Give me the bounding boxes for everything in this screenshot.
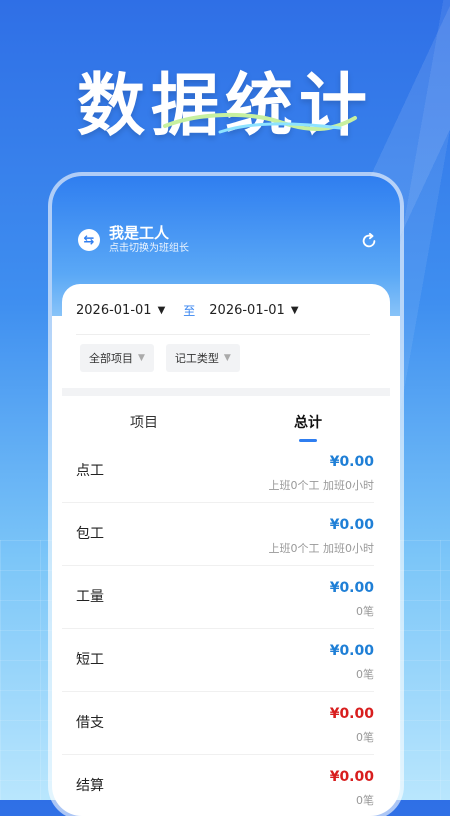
end-date: 2026-01-01 xyxy=(209,303,285,318)
stat-name: 短工 xyxy=(76,652,104,668)
caret-down-icon: ▼ xyxy=(290,305,299,316)
end-date-picker[interactable]: 2026-01-01 ▼ xyxy=(209,303,298,318)
swap-icon: ⇆ xyxy=(78,229,100,251)
stat-detail: 上班0个工 加班0小时 xyxy=(268,479,375,492)
stat-name: 工量 xyxy=(76,589,104,605)
stat-amount: ¥0.00 xyxy=(329,769,374,785)
tab-total[interactable]: 总计 xyxy=(226,412,390,442)
tab-project[interactable]: 项目 xyxy=(62,412,226,440)
stat-detail: 0笔 xyxy=(356,794,374,807)
stats-list: 点工 ¥0.00 上班0个工 加班0小时 包工 ¥0.00 上班0个工 加班0小时 工量 ¥0… xyxy=(62,440,374,816)
project-filter-label: 全部项目 xyxy=(89,352,133,365)
switch-role-button[interactable]: ⇆ 我是工人 点击切换为班组长 xyxy=(78,224,189,256)
filter-card: 2026-01-01 ▼ 至 2026-01-01 ▼ 全部项目 ▼ 记工类型 … xyxy=(62,284,390,396)
stat-name: 包工 xyxy=(76,526,104,542)
stat-detail: 0笔 xyxy=(356,731,374,744)
switch-role-hint: 点击切换为班组长 xyxy=(109,243,189,254)
phone-frame: ⇆ 我是工人 点击切换为班组长 2026-01-01 ▼ 至 2026-01-0… xyxy=(52,176,400,816)
caret-down-icon: ▼ xyxy=(138,353,145,363)
stat-name: 借支 xyxy=(76,715,104,731)
headline-underline-decoration xyxy=(163,112,357,134)
stat-row[interactable]: 短工 ¥0.00 0笔 xyxy=(62,629,374,692)
stat-row[interactable]: 工量 ¥0.00 0笔 xyxy=(62,566,374,629)
stat-amount: ¥0.00 xyxy=(329,580,374,596)
stat-amount: ¥0.00 xyxy=(329,454,374,470)
stat-row[interactable]: 点工 ¥0.00 上班0个工 加班0小时 xyxy=(62,440,374,503)
caret-down-icon: ▼ xyxy=(223,353,231,363)
stat-detail: 0笔 xyxy=(356,605,374,618)
start-date-picker[interactable]: 2026-01-01 ▼ xyxy=(76,303,165,318)
stat-row[interactable]: 结算 ¥0.00 0笔 xyxy=(62,755,374,816)
stat-amount: ¥0.00 xyxy=(329,706,374,722)
stat-row[interactable]: 借支 ¥0.00 0笔 xyxy=(62,692,374,755)
project-filter[interactable]: 全部项目 ▼ xyxy=(80,344,154,372)
stat-name: 结算 xyxy=(76,778,104,794)
caret-down-icon: ▼ xyxy=(157,305,166,316)
stat-row[interactable]: 包工 ¥0.00 上班0个工 加班0小时 xyxy=(62,503,374,566)
refresh-icon[interactable] xyxy=(360,232,378,250)
date-range: 2026-01-01 ▼ 至 2026-01-01 ▼ xyxy=(76,302,299,319)
record-type-filter[interactable]: 记工类型 ▼ xyxy=(165,344,240,372)
user-name: 我是工人 xyxy=(109,224,170,242)
section-separator xyxy=(62,388,390,396)
stat-amount: ¥0.00 xyxy=(329,643,374,659)
stat-name: 点工 xyxy=(76,463,104,479)
stat-detail: 上班0个工 加班0小时 xyxy=(268,542,375,555)
divider xyxy=(76,334,370,335)
date-separator: 至 xyxy=(183,304,196,318)
stat-detail: 0笔 xyxy=(356,668,374,681)
stat-amount: ¥0.00 xyxy=(329,517,374,533)
tab-bar: 项目 总计 xyxy=(62,412,390,442)
record-type-filter-label: 记工类型 xyxy=(174,352,219,365)
start-date: 2026-01-01 xyxy=(76,303,152,318)
